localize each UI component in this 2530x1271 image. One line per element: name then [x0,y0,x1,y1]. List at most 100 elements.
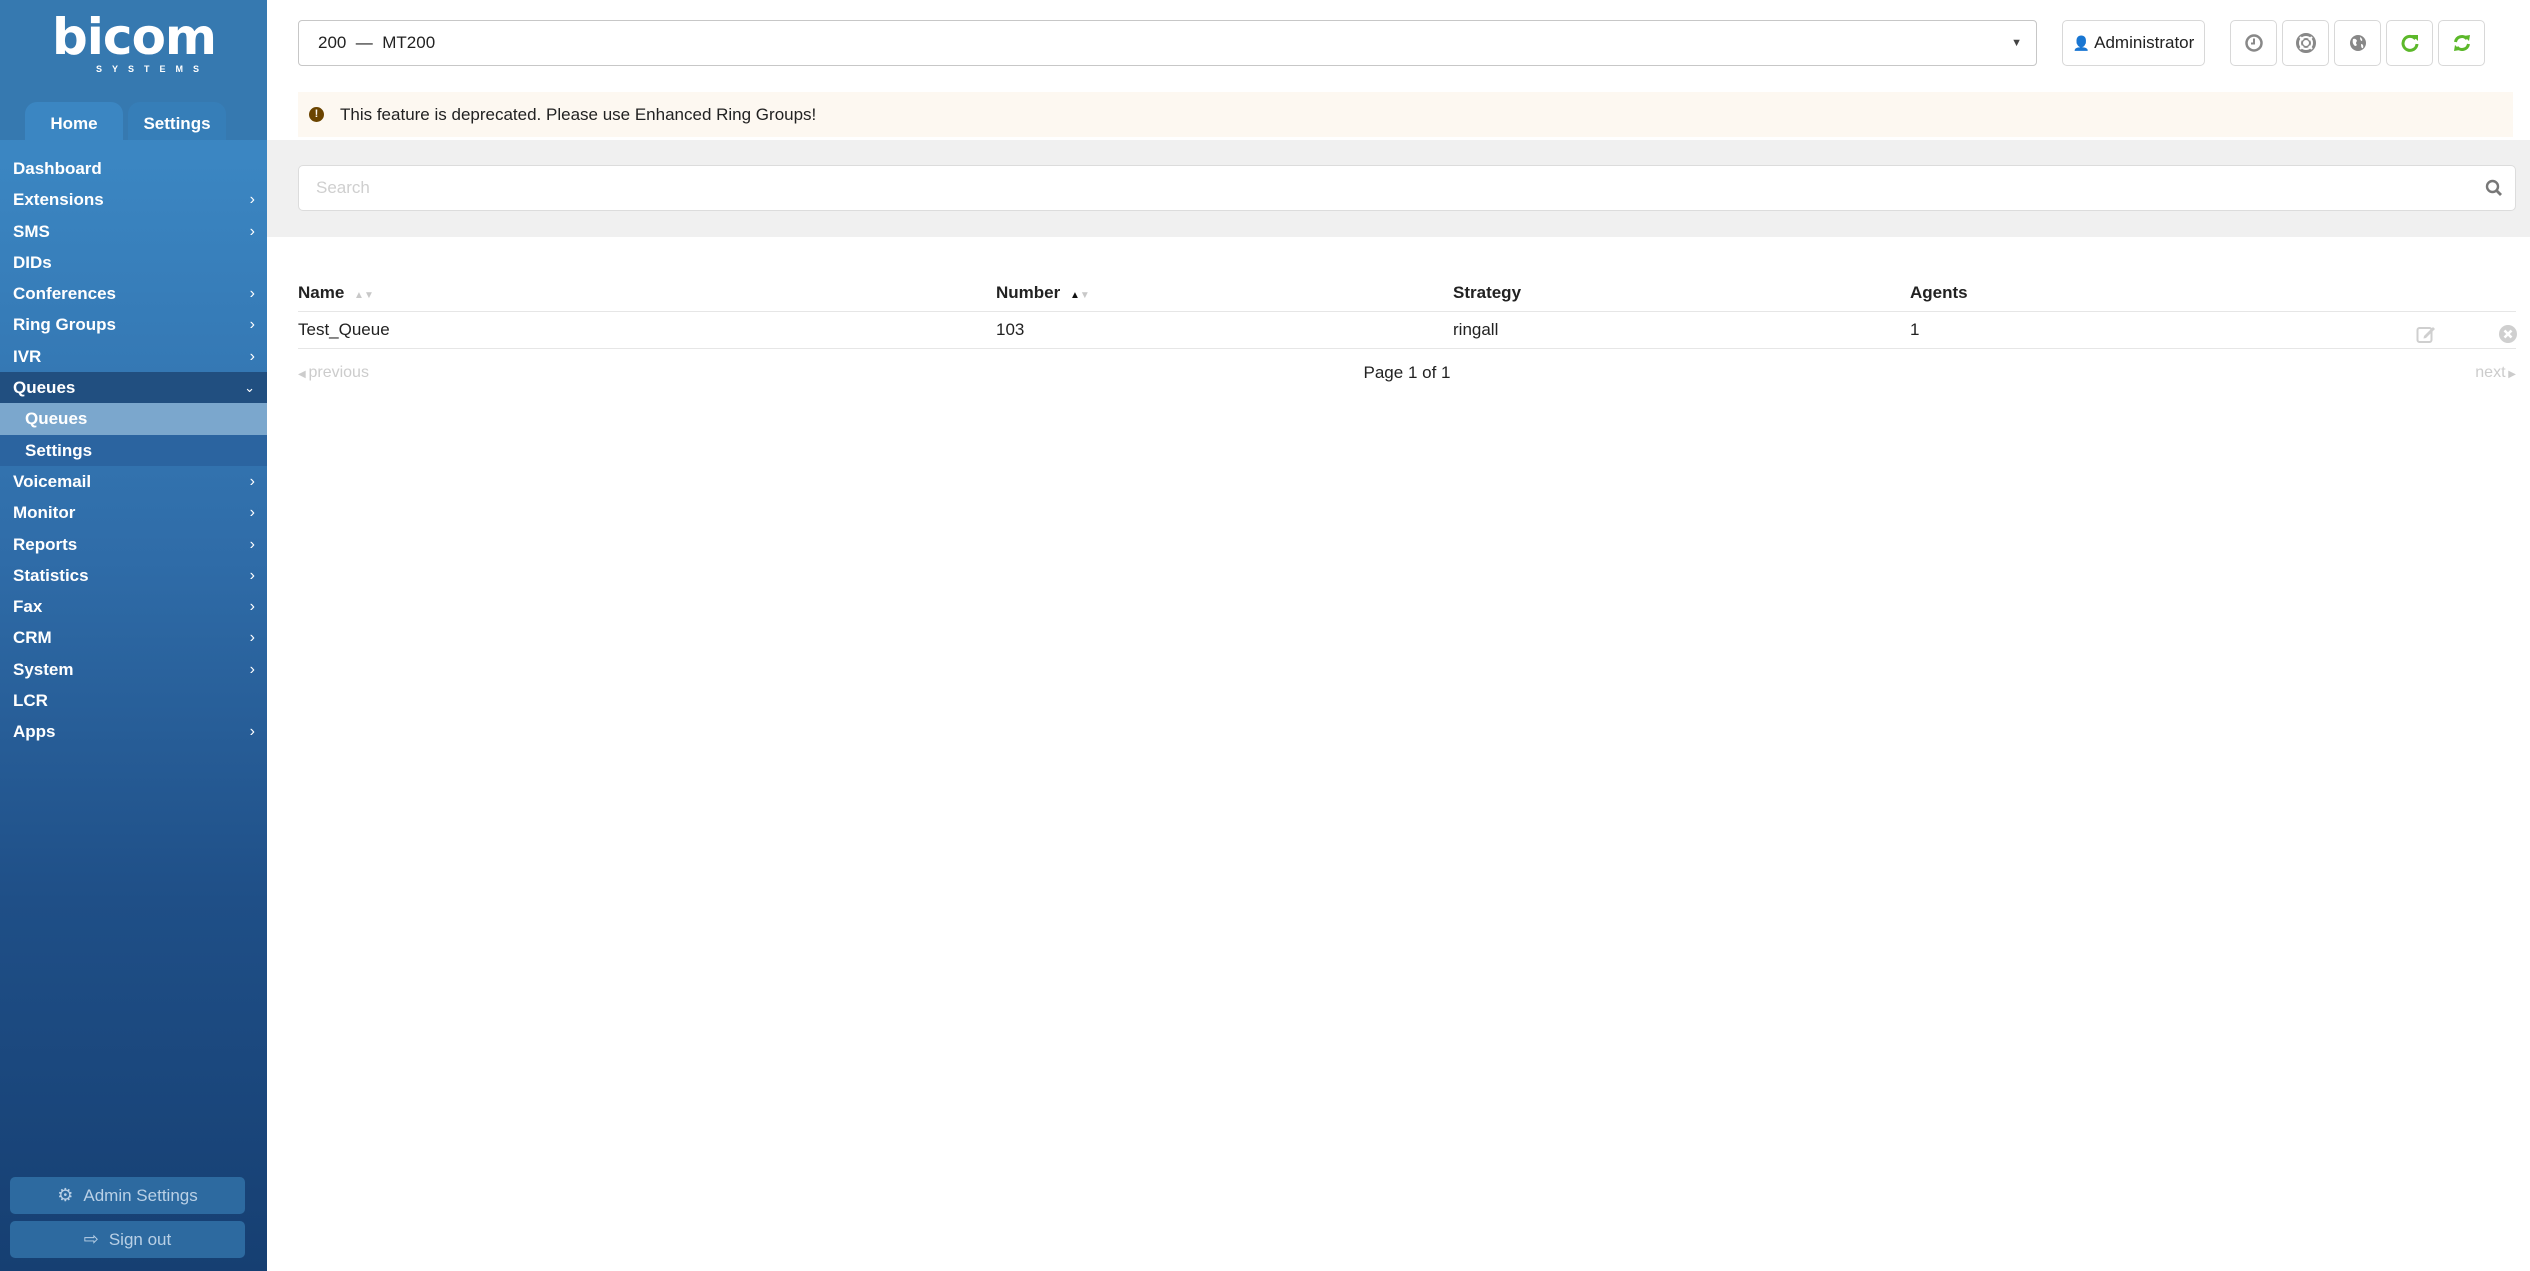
sign-out-label: Sign out [108,1230,172,1249]
chevron-right-icon: › [249,472,255,490]
sidebar-item-ivr[interactable]: IVR › [0,341,267,372]
sidebar-item-label: Dashboard [13,159,102,178]
sidebar-subitem-settings[interactable]: Settings [0,434,267,466]
edit-button[interactable] [2416,321,2438,357]
tenant-select[interactable]: 200 — MT200 ▼ [298,20,2037,66]
language-button[interactable] [2334,20,2381,66]
sign-out-button[interactable]: ⇨ Sign out [10,1221,245,1258]
chevron-right-icon: › [249,504,255,522]
main-content: 200 — MT200 ▼ 👤 Administrator ! This feat… [267,0,2530,1271]
sidebar-item-lcr[interactable]: LCR [0,685,267,716]
sidebar-item-fax[interactable]: Fax › [0,591,267,622]
sort-ascending-icon[interactable]: ▲▼ [1070,290,1090,301]
sidebar-item-label: Queues [13,378,76,398]
sidebar-item-label: Fax [13,597,43,617]
sidebar-item-label: LCR [13,691,48,711]
sign-out-icon: ⇨ [83,1229,99,1249]
sidebar-item-label: Voicemail [13,471,92,491]
column-header-number[interactable]: Number ▲▼ [996,275,1090,314]
sidebar-item-ring-groups[interactable]: Ring Groups › [0,309,267,340]
previous-page-link[interactable]: ◀ previous [298,358,369,390]
search-box [298,165,2516,211]
sidebar-item-label: Reports [13,534,78,554]
sync-icon [2453,34,2470,51]
tab-home[interactable]: Home [25,102,123,140]
chevron-right-icon: › [249,535,255,553]
next-label: next [2475,364,2506,381]
chevron-right-icon: › [249,285,255,303]
clock-button[interactable] [2230,20,2277,66]
column-label: Number [996,283,1061,302]
lifebuoy-icon [2295,32,2316,53]
admin-settings-button[interactable]: ⚙ Admin Settings [10,1177,245,1214]
deprecation-alert: ! This feature is deprecated. Please use… [298,92,2513,137]
sync-button[interactable] [2438,20,2485,66]
column-header-agents: Agents [1910,283,1968,302]
sidebar-item-label: SMS [13,221,50,241]
tenant-select-value: 200 — MT200 [318,33,436,52]
reload-button[interactable] [2386,20,2433,66]
sidebar-item-statistics[interactable]: Statistics › [0,560,267,591]
sidebar-item-label: Ring Groups [13,315,116,335]
sidebar-item-system[interactable]: System › [0,654,267,685]
sidebar-item-dashboard[interactable]: Dashboard [0,153,267,184]
sidebar-subitem-label: Queues [25,409,88,429]
logo-area: bicom SYSTEMS Home Settings [0,0,267,140]
user-icon: 👤 [2072,35,2091,51]
sidebar-item-label: Monitor [13,503,76,523]
user-label: Administrator [2094,33,2195,52]
sidebar-item-sms[interactable]: SMS › [0,216,267,247]
delete-button[interactable] [2498,321,2518,357]
column-header-strategy: Strategy [1453,283,1522,302]
sidebar-item-crm[interactable]: CRM › [0,622,267,653]
column-header-name[interactable]: Name ▲▼ [298,275,374,314]
chevron-right-icon: › [249,316,255,334]
sidebar-item-reports[interactable]: Reports › [0,529,267,560]
sidebar-item-label: Statistics [13,565,89,585]
alert-message: This feature is deprecated. Please use E… [340,105,817,124]
sidebar-item-conferences[interactable]: Conferences › [0,278,267,309]
chevron-right-icon: › [249,723,255,741]
logo-wordmark: bicom [52,8,217,66]
edit-icon [2416,327,2435,343]
caret-right-icon: ▶ [2505,369,2516,380]
sort-icon[interactable]: ▲▼ [354,290,374,301]
pagination: Page 1 of 1 ◀ previous next ▶ [298,358,2516,388]
user-menu-button[interactable]: 👤 Administrator [2062,20,2205,66]
page-info: Page 1 of 1 [1363,363,1451,382]
column-label: Name [298,283,345,302]
caret-left-icon: ◀ [298,369,309,380]
sidebar-subitem-queues[interactable]: Queues [0,403,267,435]
sidebar-item-queues[interactable]: Queues ⌄ [0,372,267,404]
cell-agents: 1 [1910,320,1920,339]
chevron-right-icon: › [249,660,255,678]
table-header: Name ▲▼ Number ▲▼ Strategy Agents [298,275,2516,312]
cell-strategy: ringall [1453,320,1499,339]
tab-settings[interactable]: Settings [128,102,226,140]
globe-icon [2349,34,2366,51]
gears-icon: ⚙ [57,1185,74,1205]
sidebar-item-apps[interactable]: Apps › [0,716,267,747]
chevron-right-icon: › [249,598,255,616]
sidebar-item-label: System [13,659,74,679]
sidebar-item-label: Apps [13,722,56,742]
sidebar-item-monitor[interactable]: Monitor › [0,497,267,528]
sidebar-item-voicemail[interactable]: Voicemail › [0,466,267,497]
search-icon[interactable] [2485,179,2503,197]
sidebar-item-extensions[interactable]: Extensions › [0,184,267,215]
sidebar-item-label: DIDs [13,252,52,272]
admin-settings-label: Admin Settings [83,1186,198,1205]
search-input[interactable] [299,166,2449,210]
sidebar: bicom SYSTEMS Home Settings Dashboard Ex… [0,0,267,1271]
table-row[interactable]: Test_Queue 103 ringall 1 [298,312,2517,349]
help-button[interactable] [2282,20,2329,66]
bicom-logo[interactable]: bicom SYSTEMS [52,8,217,74]
chevron-right-icon: › [249,566,255,584]
next-page-link[interactable]: next ▶ [2475,358,2516,390]
sidebar-item-label: IVR [13,346,42,366]
clock-icon [2244,34,2263,52]
sidebar-item-label: CRM [13,628,52,648]
sidebar-item-dids[interactable]: DIDs [0,247,267,278]
previous-label: previous [308,364,369,381]
search-bar-area [267,140,2530,237]
